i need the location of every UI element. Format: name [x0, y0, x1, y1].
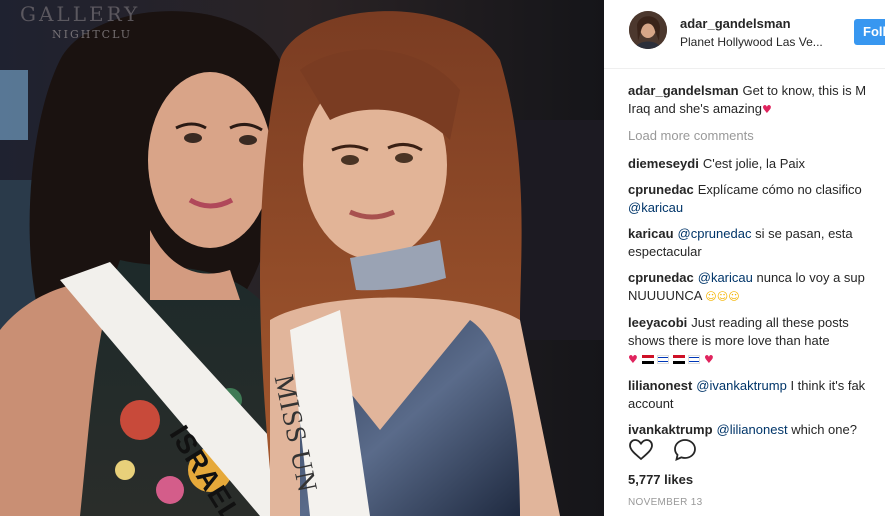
post-actions — [628, 437, 728, 463]
comment-text: which one? — [791, 422, 857, 437]
header-location[interactable]: Planet Hollywood Las Ve... — [680, 35, 823, 49]
list-item: karicau @cprunedac si se pasan, esta espe… — [628, 225, 885, 261]
crying-laughing-emoji: ☺☺☺ — [705, 290, 740, 303]
flag-israel-icon — [688, 355, 701, 365]
comment-mention[interactable]: @karicau — [698, 270, 753, 285]
heart-outline-icon[interactable] — [628, 437, 654, 463]
comment-username[interactable]: lilianonest — [628, 378, 692, 393]
list-item: leeyacobi Just reading all these posts sh… — [628, 314, 885, 369]
list-item: diemeseydi C'est jolie, la Paix — [628, 155, 885, 173]
comment-text-line2: espectacular — [628, 244, 702, 259]
post-header: adar_gandelsman Planet Hollywood Las Ve.… — [604, 0, 885, 69]
comment-username[interactable]: diemeseydi — [628, 156, 699, 171]
comment-mention[interactable]: @karicau — [628, 200, 683, 215]
comment-text: si se pasan, esta — [755, 226, 853, 241]
avatar[interactable] — [629, 11, 667, 49]
flag-israel-icon — [657, 355, 670, 365]
post-photo[interactable]: GALLERY NIGHTCLU ISRAEL MISS UN — [0, 0, 604, 516]
heart-emoji: ♥ — [628, 353, 638, 366]
heart-emoji: ♥ — [762, 103, 772, 116]
flag-iraq-icon — [641, 355, 654, 365]
list-item: cprunedac Explícame cómo no clasifico @ka… — [628, 181, 885, 217]
gallery-sign-text: GALLERY — [20, 2, 141, 26]
comments-list: adar_gandelsman Get to know, this is M Ir… — [628, 82, 885, 447]
comment-text: Explícame cómo no clasifico — [697, 182, 862, 197]
comment-text: I think it's fak — [790, 378, 866, 393]
flag-iraq-icon — [672, 355, 685, 365]
comment-text: C'est jolie, la Paix — [702, 156, 806, 171]
speech-bubble-icon[interactable] — [672, 437, 698, 463]
header-username[interactable]: adar_gandelsman — [680, 16, 791, 31]
comment-username[interactable]: cprunedac — [628, 182, 694, 197]
heart-emoji: ♥ — [704, 353, 714, 366]
comment-text: nunca lo voy a sup — [756, 270, 865, 285]
comment-username[interactable]: leeyacobi — [628, 315, 687, 330]
caption-text-line2: Iraq and she's amazing — [628, 101, 763, 116]
list-item: lilianonest @ivankaktrump I think it's fa… — [628, 377, 885, 413]
comment-text-line2: NUUUUNCA — [628, 288, 702, 303]
caption: adar_gandelsman Get to know, this is M Ir… — [628, 82, 885, 119]
nightclub-sign-text: NIGHTCLU — [52, 28, 133, 41]
list-item: cprunedac @karicau nunca lo voy a sup NUU… — [628, 269, 885, 306]
avatar-image — [629, 11, 667, 49]
follow-button[interactable]: Foll — [854, 19, 885, 45]
comment-mention[interactable]: @cprunedac — [678, 226, 752, 241]
caption-username[interactable]: adar_gandelsman — [628, 83, 739, 98]
comment-username[interactable]: cprunedac — [628, 270, 694, 285]
caption-text-line1: Get to know, this is M — [742, 83, 867, 98]
comment-mention[interactable]: @ivankaktrump — [696, 378, 787, 393]
likes-count[interactable]: 5,777 likes — [628, 472, 693, 487]
post-date[interactable]: NOVEMBER 13 — [628, 497, 702, 508]
comment-mention[interactable]: @lilianonest — [717, 422, 788, 437]
comment-username[interactable]: karicau — [628, 226, 674, 241]
post-sidebar: adar_gandelsman Planet Hollywood Las Ve.… — [604, 0, 885, 516]
comment-text-line2: account — [628, 396, 674, 411]
comment-username[interactable]: ivankaktrump — [628, 422, 713, 437]
load-more-comments-link[interactable]: Load more comments — [628, 127, 885, 145]
comment-text-line2: shows there is more love than hate — [628, 333, 830, 348]
comment-text: Just reading all these posts — [691, 315, 849, 330]
